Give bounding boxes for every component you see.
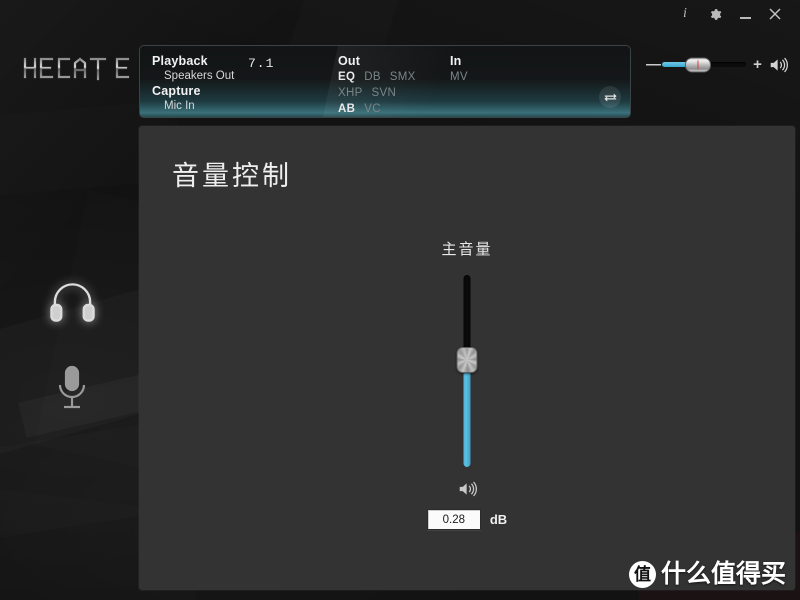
hecate-logo: [22, 55, 132, 81]
volume-value-row: 0.28 dB: [426, 509, 508, 530]
rail-item-headphones[interactable]: [44, 270, 100, 334]
volume-decrease-label[interactable]: —: [646, 56, 661, 73]
speaker-icon[interactable]: [458, 481, 477, 497]
volume-value-input[interactable]: 0.28: [426, 509, 481, 530]
in-tag-mv[interactable]: MV: [450, 70, 468, 85]
swap-icon[interactable]: [599, 86, 621, 108]
capture-heading: Capture: [152, 84, 201, 98]
page-title: 音量控制: [172, 161, 292, 191]
out-tag-smx[interactable]: SMX: [390, 70, 416, 85]
out-tag-eq[interactable]: EQ: [338, 70, 355, 85]
status-devices: Playback Speakers Out Capture Mic In: [152, 54, 234, 114]
playback-heading: Playback: [152, 54, 208, 68]
master-volume-label: 主音量: [441, 242, 493, 258]
out-section: Out EQ DB SMX XHP SVN AB VC: [338, 54, 416, 117]
out-tag-row: EQ DB SMX: [338, 70, 416, 85]
rail-item-microphone[interactable]: [44, 356, 100, 420]
main-panel: 音量控制 主音量 0.28 dB: [139, 126, 795, 590]
master-volume-slider[interactable]: — +: [646, 56, 788, 73]
out-tag-ab[interactable]: AB: [338, 102, 355, 117]
in-heading: In: [450, 54, 462, 68]
out-tag-row: XHP SVN: [338, 86, 416, 101]
in-tag-row: MV: [450, 70, 468, 85]
capture-device: Mic In: [164, 100, 195, 112]
gear-icon[interactable]: [700, 2, 730, 26]
volume-increase-label[interactable]: +: [753, 56, 762, 73]
channel-config: 7.1: [248, 56, 275, 71]
watermark-text: 什么值得买: [660, 560, 786, 588]
master-volume-control: 主音量 0.28 dB: [139, 238, 795, 530]
out-tag-db[interactable]: DB: [364, 70, 381, 85]
watermark-badge: 值: [628, 561, 656, 588]
minimize-icon[interactable]: [730, 2, 760, 26]
out-tag-svn[interactable]: SVN: [372, 86, 397, 101]
close-icon[interactable]: [760, 2, 790, 26]
vertical-slider[interactable]: [455, 275, 479, 467]
out-tag-vc[interactable]: VC: [364, 102, 381, 117]
playback-device: Speakers Out: [164, 70, 235, 82]
info-icon[interactable]: i: [670, 2, 700, 26]
volume-slider-track[interactable]: [662, 57, 746, 72]
vertical-slider-handle[interactable]: [456, 347, 478, 374]
in-section: In MV: [450, 54, 468, 85]
speaker-icon[interactable]: [769, 57, 788, 73]
vertical-slider-fill: [463, 365, 471, 467]
out-tag-xhp[interactable]: XHP: [338, 86, 363, 101]
app-window: i Playback Speakers Out Capture Mic In 7…: [0, 0, 800, 600]
out-heading: Out: [338, 54, 361, 68]
out-tag-row: AB VC: [338, 102, 416, 117]
volume-slider-handle[interactable]: [685, 57, 712, 72]
device-rail: [44, 270, 100, 442]
status-bar: Playback Speakers Out Capture Mic In 7.1…: [139, 45, 631, 118]
title-bar: i: [0, 0, 800, 28]
watermark: 值 什么值得买: [628, 560, 786, 588]
volume-unit-label: dB: [489, 512, 508, 527]
